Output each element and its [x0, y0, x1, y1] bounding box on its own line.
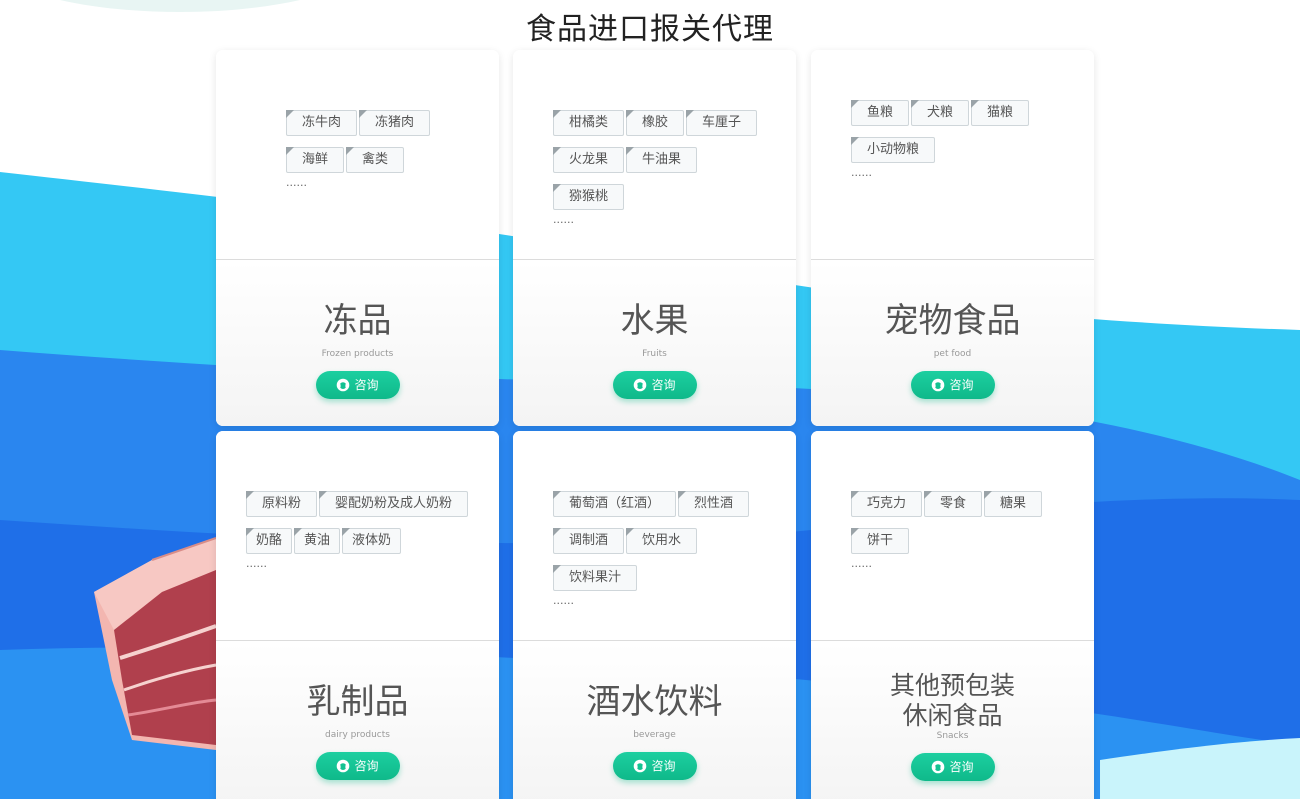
category-subtitle: dairy products [325, 730, 390, 740]
category-title: 其他预包装 休闲食品 [811, 671, 1094, 731]
more-marker: ...... [286, 176, 307, 189]
card-footer: 冻品 Frozen products 咨询 [216, 261, 499, 426]
category-title-line1: 其他预包装 [889, 671, 1015, 700]
card-tags-area: 柑橘类 橡胶 车厘子 火龙果 牛油果 猕猴桃 ...... [513, 50, 796, 260]
tag[interactable]: 液体奶 [342, 528, 402, 554]
card-tags-area: 冻牛肉 冻猪肉 海鲜 禽类 ...... [216, 50, 499, 260]
customer-service-icon [337, 759, 350, 772]
category-card-fruits: 柑橘类 橡胶 车厘子 火龙果 牛油果 猕猴桃 ...... 水果 Fruits 咨询 [513, 50, 796, 426]
tag[interactable]: 火龙果 [553, 147, 625, 173]
card-footer: 乳制品 dairy products 咨询 [216, 642, 499, 799]
consult-button[interactable]: 咨询 [612, 752, 697, 780]
frozen-meat-illustration [94, 537, 217, 750]
card-footer: 宠物食品 pet food 咨询 [811, 261, 1094, 426]
category-title-line2: 休闲食品 [902, 701, 1003, 730]
tag-list: 冻牛肉 冻猪肉 海鲜 禽类 ...... [286, 110, 486, 188]
consult-label: 咨询 [354, 378, 379, 392]
card-footer: 水果 Fruits 咨询 [513, 261, 796, 426]
tag[interactable]: 烈性酒 [678, 491, 750, 517]
category-subtitle: Fruits [642, 349, 667, 359]
more-marker: ...... [851, 166, 872, 179]
category-card-beverage: 葡萄酒（红酒） 烈性酒 调制酒 饮用水 饮料果汁 ...... 酒水饮料 bever… [513, 431, 796, 799]
more-marker: ...... [246, 557, 267, 570]
card-tags-area: 原料粉 婴配奶粉及成人奶粉 奶酪 黄油 液体奶 ...... [216, 431, 499, 641]
customer-service-icon [634, 378, 647, 391]
tag[interactable]: 调制酒 [553, 528, 625, 554]
tag[interactable]: 饮用水 [626, 528, 698, 554]
category-subtitle: beverage [633, 730, 676, 740]
category-title: 宠物食品 [884, 301, 1021, 341]
consult-label: 咨询 [949, 378, 974, 392]
category-card-pet-food: 鱼粮 犬粮 猫粮 小动物粮 ...... 宠物食品 pet food 咨询 [811, 50, 1094, 426]
consult-label: 咨询 [354, 759, 379, 773]
tag[interactable]: 饼干 [851, 528, 910, 554]
tag-list: 葡萄酒（红酒） 烈性酒 调制酒 饮用水 饮料果汁 ...... [553, 491, 788, 606]
tag-list: 柑橘类 橡胶 车厘子 火龙果 牛油果 猕猴桃 ...... [553, 110, 783, 225]
card-tags-area: 鱼粮 犬粮 猫粮 小动物粮 ...... [811, 50, 1094, 260]
tag[interactable]: 橡胶 [626, 110, 685, 136]
tag[interactable]: 犬粮 [911, 100, 970, 126]
consult-button[interactable]: 咨询 [910, 753, 995, 781]
tag[interactable]: 猕猴桃 [553, 184, 625, 210]
tag[interactable]: 葡萄酒（红酒） [553, 491, 677, 517]
tag[interactable]: 冻猪肉 [359, 110, 431, 136]
card-footer: 酒水饮料 beverage 咨询 [513, 642, 796, 799]
more-marker: ...... [553, 213, 574, 226]
page-title: 食品进口报关代理 [526, 12, 774, 47]
category-title: 冻品 [323, 301, 392, 341]
card-footer: 其他预包装 休闲食品 Snacks 咨询 [811, 642, 1094, 799]
tag[interactable]: 鱼粮 [851, 100, 910, 126]
tag[interactable]: 柑橘类 [553, 110, 625, 136]
tag[interactable]: 禽类 [346, 147, 405, 173]
tag[interactable]: 巧克力 [851, 491, 923, 517]
tag[interactable]: 奶酪 [246, 528, 293, 554]
tag[interactable]: 冻牛肉 [286, 110, 358, 136]
tag[interactable]: 饮料果汁 [553, 565, 638, 591]
card-tags-area: 葡萄酒（红酒） 烈性酒 调制酒 饮用水 饮料果汁 ...... [513, 431, 796, 641]
tag[interactable]: 牛油果 [626, 147, 698, 173]
category-title: 酒水饮料 [586, 682, 723, 722]
tag[interactable]: 猫粮 [971, 100, 1030, 126]
category-card-snacks: 巧克力 零食 糖果 饼干 ...... 其他预包装 休闲食品 Snacks 咨询 [811, 431, 1094, 799]
consult-button[interactable]: 咨询 [910, 371, 995, 399]
more-marker: ...... [851, 557, 872, 570]
tag[interactable]: 车厘子 [686, 110, 758, 136]
consult-label: 咨询 [651, 759, 676, 773]
consult-button[interactable]: 咨询 [315, 752, 400, 780]
category-card-frozen: 冻牛肉 冻猪肉 海鲜 禽类 ...... 冻品 Frozen products 咨询 [216, 50, 499, 426]
category-subtitle: pet food [933, 349, 972, 359]
tag[interactable]: 小动物粮 [851, 137, 936, 163]
consult-button[interactable]: 咨询 [315, 371, 400, 399]
customer-service-icon [932, 378, 945, 391]
category-subtitle: Frozen products [321, 349, 394, 359]
customer-service-icon [932, 760, 945, 773]
customer-service-icon [337, 378, 350, 391]
tag[interactable]: 糖果 [984, 491, 1043, 517]
consult-button[interactable]: 咨询 [612, 371, 697, 399]
category-subtitle: Snacks [936, 731, 969, 741]
consult-label: 咨询 [949, 760, 974, 774]
card-tags-area: 巧克力 零食 糖果 饼干 ...... [811, 431, 1094, 641]
consult-label: 咨询 [651, 378, 676, 392]
more-marker: ...... [553, 594, 574, 607]
tag[interactable]: 婴配奶粉及成人奶粉 [319, 491, 469, 517]
tag[interactable]: 零食 [924, 491, 983, 517]
tag-list: 原料粉 婴配奶粉及成人奶粉 奶酪 黄油 液体奶 ...... [246, 491, 491, 569]
category-title: 水果 [620, 301, 689, 341]
tag[interactable]: 黄油 [294, 528, 341, 554]
tag[interactable]: 海鲜 [286, 147, 345, 173]
customer-service-icon [634, 759, 647, 772]
category-title: 乳制品 [306, 682, 409, 722]
tag[interactable]: 原料粉 [246, 491, 318, 517]
tag-list: 巧克力 零食 糖果 饼干 ...... [851, 491, 1081, 569]
category-card-dairy: 原料粉 婴配奶粉及成人奶粉 奶酪 黄油 液体奶 ...... 乳制品 dairy pr… [216, 431, 499, 799]
tag-list: 鱼粮 犬粮 猫粮 小动物粮 ...... [851, 100, 1081, 178]
